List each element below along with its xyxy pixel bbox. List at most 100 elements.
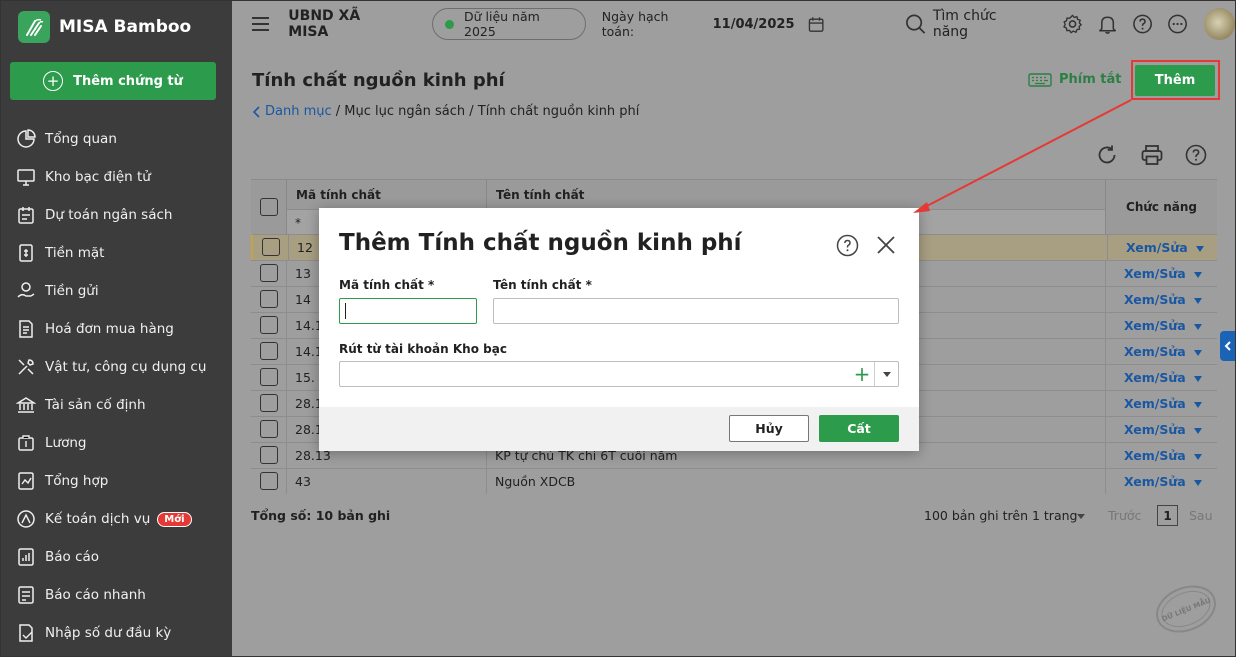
dialog-help-icon[interactable] (836, 234, 859, 257)
action-caret-icon[interactable] (1193, 349, 1202, 356)
view-edit-action[interactable]: Xem/Sửa (1105, 313, 1217, 338)
sidebar-item-3[interactable]: Dự toán ngân sách (1, 196, 232, 234)
menu-icon[interactable] (252, 17, 270, 31)
dropdown-caret-icon[interactable] (1077, 514, 1085, 519)
action-caret-icon[interactable] (1193, 271, 1202, 278)
view-edit-label[interactable]: Xem/Sửa (1124, 474, 1186, 489)
action-caret-icon[interactable] (1193, 401, 1202, 408)
view-edit-label[interactable]: Xem/Sửa (1124, 422, 1186, 437)
view-edit-action[interactable]: Xem/Sửa (1105, 339, 1217, 364)
add-voucher-button[interactable]: + Thêm chứng từ (10, 62, 216, 100)
close-icon[interactable] (876, 235, 896, 255)
row-checkbox[interactable] (260, 264, 278, 282)
sidebar-item-13[interactable]: Báo cáo nhanh (1, 576, 232, 614)
action-caret-icon[interactable] (1193, 479, 1202, 486)
view-edit-action[interactable]: Xem/Sửa (1105, 391, 1217, 416)
view-edit-action[interactable]: Xem/Sửa (1107, 235, 1219, 260)
row-checkbox[interactable] (260, 394, 278, 412)
sidebar-item-8[interactable]: Tài sản cố định (1, 386, 232, 424)
name-input[interactable] (493, 298, 899, 324)
filter-operator[interactable]: * (295, 216, 301, 230)
code-input[interactable] (339, 298, 477, 324)
action-caret-icon[interactable] (1193, 453, 1202, 460)
view-edit-action[interactable]: Xem/Sửa (1105, 287, 1217, 312)
calendar-icon[interactable] (808, 16, 825, 33)
code-field-label: Mã tính chất * (339, 278, 435, 292)
function-search[interactable]: Tìm chức năng (905, 8, 1032, 40)
row-checkbox[interactable] (262, 238, 280, 256)
data-year-selector[interactable]: Dữ liệu năm 2025 (432, 8, 586, 40)
prev-page-button[interactable]: Trước (1108, 508, 1141, 523)
view-edit-label[interactable]: Xem/Sửa (1126, 240, 1188, 255)
treasury-account-combobox[interactable] (339, 361, 899, 387)
cancel-button[interactable]: Hủy (729, 415, 809, 442)
avatar[interactable] (1204, 8, 1235, 40)
sidebar-item-label: Tiền mặt (45, 245, 105, 261)
view-edit-action[interactable]: Xem/Sửa (1105, 365, 1217, 390)
column-header-code[interactable]: Mã tính chất (287, 180, 487, 209)
action-caret-icon[interactable] (1193, 323, 1202, 330)
sidebar-item-7[interactable]: Vật tư, công cụ dụng cụ (1, 348, 232, 386)
action-caret-icon[interactable] (1195, 245, 1204, 252)
action-caret-icon[interactable] (1193, 297, 1202, 304)
row-check-cell (251, 443, 287, 468)
row-checkbox[interactable] (260, 290, 278, 308)
table-row[interactable]: 43 Nguồn XDCB Xem/Sửa (251, 468, 1217, 494)
page-size-selector[interactable]: 100 bản ghi trên 1 trang (924, 508, 1077, 523)
action-caret-icon[interactable] (1193, 427, 1202, 434)
view-edit-action[interactable]: Xem/Sửa (1105, 443, 1217, 468)
quick-report-icon (18, 586, 34, 604)
column-header-name[interactable]: Tên tính chất (487, 180, 1105, 209)
action-caret-icon[interactable] (1193, 375, 1202, 382)
sidebar-item-label: Báo cáo (45, 549, 100, 565)
bell-icon[interactable] (1097, 13, 1118, 35)
shortcut-button[interactable]: Phím tắt (1028, 72, 1122, 87)
sidebar-item-2[interactable]: Kho bạc điện tử (1, 158, 232, 196)
refresh-icon[interactable] (1095, 143, 1119, 167)
row-checkbox[interactable] (260, 472, 278, 490)
row-checkbox[interactable] (260, 316, 278, 334)
view-edit-label[interactable]: Xem/Sửa (1124, 292, 1186, 307)
view-edit-action[interactable]: Xem/Sửa (1105, 469, 1217, 494)
chevron-left-icon[interactable] (252, 105, 262, 118)
app-logo[interactable]: MISA Bamboo (18, 11, 191, 43)
add-button[interactable]: Thêm (1135, 65, 1215, 96)
next-page-button[interactable]: Sau (1189, 508, 1213, 523)
view-edit-label[interactable]: Xem/Sửa (1124, 344, 1186, 359)
post-date-value[interactable]: 11/04/2025 (713, 17, 795, 32)
gear-icon[interactable] (1062, 13, 1083, 35)
dropdown-caret-icon[interactable] (883, 372, 891, 377)
page-help-icon[interactable] (1184, 143, 1208, 167)
add-account-icon[interactable]: + (852, 363, 872, 385)
cell-name: Nguồn XDCB (495, 474, 576, 489)
sidebar-item-12[interactable]: Báo cáo (1, 538, 232, 576)
save-button[interactable]: Cất (819, 415, 899, 442)
collapse-panel-tab[interactable] (1220, 331, 1235, 361)
sidebar-item-1[interactable]: Tổng quan (1, 120, 232, 158)
sidebar-item-4[interactable]: Tiền mặt (1, 234, 232, 272)
view-edit-label[interactable]: Xem/Sửa (1124, 448, 1186, 463)
row-checkbox[interactable] (260, 342, 278, 360)
sidebar-item-11[interactable]: Kế toán dịch vụ Mới (1, 500, 232, 538)
more-icon[interactable] (1167, 13, 1188, 35)
view-edit-action[interactable]: Xem/Sửa (1105, 417, 1217, 442)
sidebar-item-10[interactable]: Tổng hợp (1, 462, 232, 500)
select-all-checkbox[interactable] (260, 198, 278, 216)
sidebar-item-14[interactable]: Nhập số dư đầu kỳ (1, 614, 232, 652)
sidebar-item-5[interactable]: Tiền gửi (1, 272, 232, 310)
row-checkbox[interactable] (260, 420, 278, 438)
row-checkbox[interactable] (260, 368, 278, 386)
breadcrumb-link-category[interactable]: Danh mục (265, 104, 332, 119)
org-name[interactable]: UBND XÃ MISA (288, 8, 400, 40)
view-edit-label[interactable]: Xem/Sửa (1124, 318, 1186, 333)
sidebar-item-6[interactable]: Hoá đơn mua hàng (1, 310, 232, 348)
view-edit-label[interactable]: Xem/Sửa (1124, 396, 1186, 411)
current-page[interactable]: 1 (1157, 505, 1178, 526)
view-edit-label[interactable]: Xem/Sửa (1124, 370, 1186, 385)
print-icon[interactable] (1140, 143, 1164, 167)
view-edit-action[interactable]: Xem/Sửa (1105, 261, 1217, 286)
row-checkbox[interactable] (260, 446, 278, 464)
help-icon[interactable] (1132, 13, 1153, 35)
view-edit-label[interactable]: Xem/Sửa (1124, 266, 1186, 281)
sidebar-item-9[interactable]: Lương (1, 424, 232, 462)
